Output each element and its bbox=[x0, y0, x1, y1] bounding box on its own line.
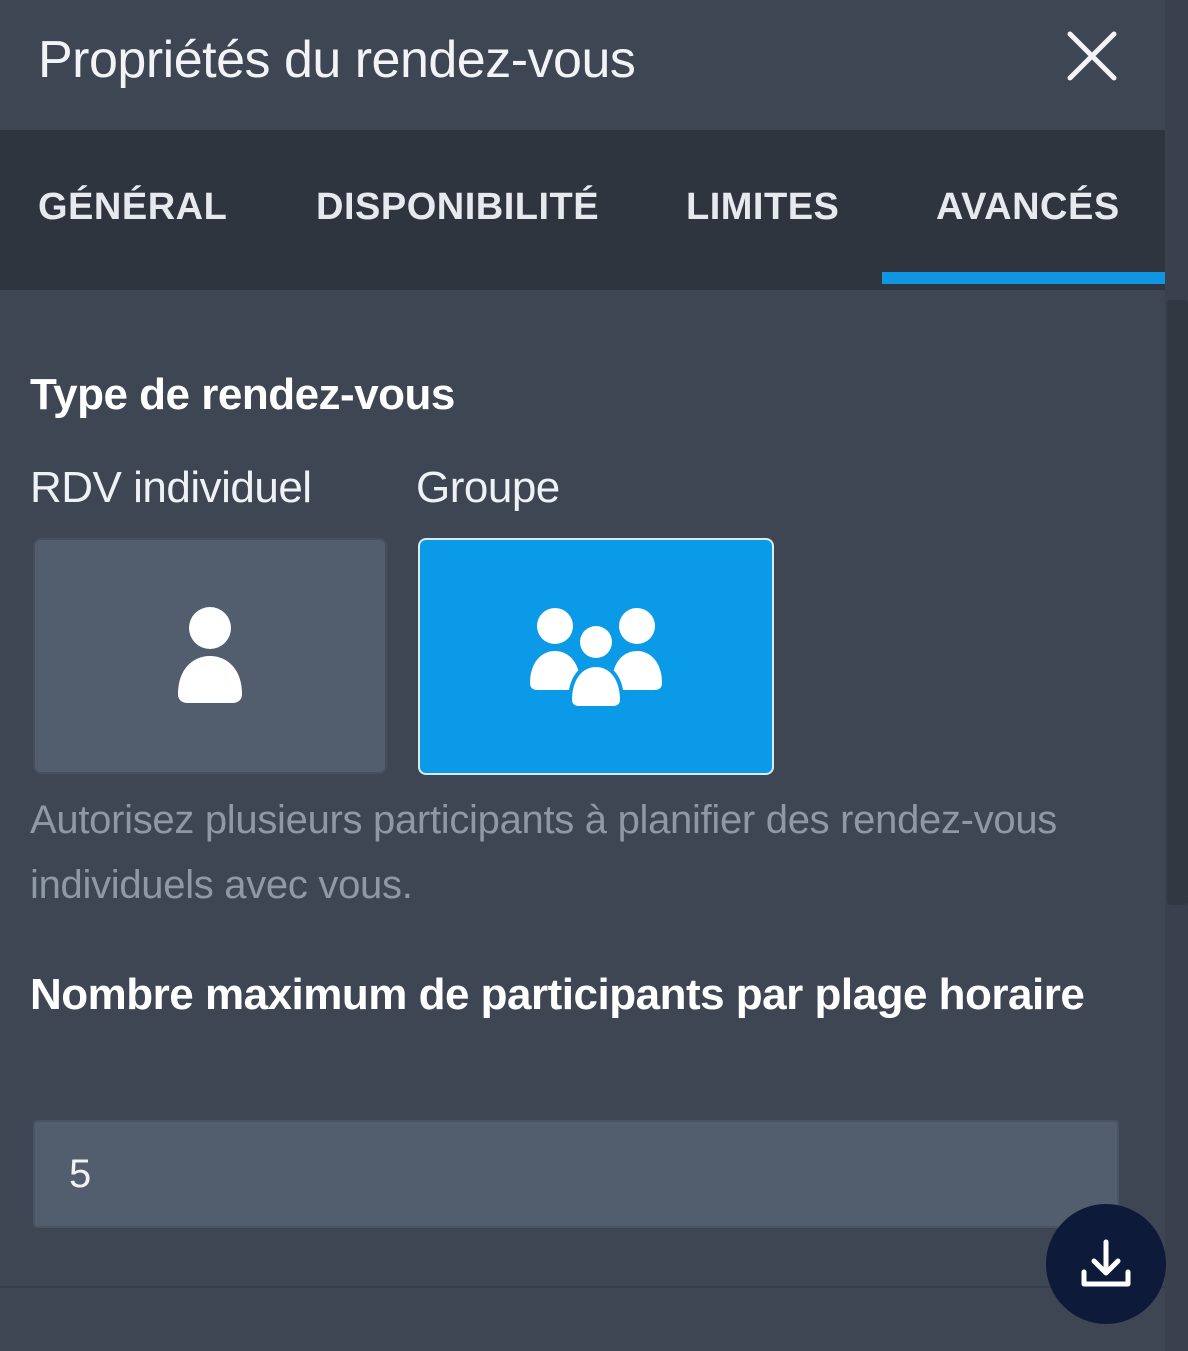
scrollbar-thumb[interactable] bbox=[1167, 300, 1188, 905]
appointment-type-title: Type de rendez-vous bbox=[30, 370, 455, 419]
group-option-card[interactable] bbox=[418, 538, 774, 775]
individual-option-card[interactable] bbox=[33, 538, 387, 774]
active-tab-indicator bbox=[882, 272, 1165, 284]
panel-footer bbox=[0, 1286, 1165, 1351]
close-button[interactable] bbox=[1060, 26, 1122, 88]
panel-title: Propriétés du rendez-vous bbox=[38, 31, 636, 89]
group-users-icon bbox=[530, 607, 662, 709]
group-option-label: Groupe bbox=[416, 463, 560, 512]
group-help-text: Autorisez plusieurs participants à plani… bbox=[30, 798, 1057, 907]
panel-header: Propriétés du rendez-vous bbox=[0, 0, 1165, 130]
max-participants-input[interactable] bbox=[33, 1120, 1119, 1228]
appointment-properties-panel: Propriétés du rendez-vous GÉNÉRAL DISPON… bbox=[0, 0, 1165, 1351]
max-participants-title: Nombre maximum de participants par plage… bbox=[30, 970, 1085, 1019]
tab-advanced[interactable]: AVANCÉS bbox=[936, 130, 1120, 285]
download-button[interactable] bbox=[1046, 1204, 1166, 1324]
tab-limits[interactable]: LIMITES bbox=[686, 130, 839, 285]
tab-bar: GÉNÉRAL DISPONIBILITÉ LIMITES AVANCÉS bbox=[0, 130, 1165, 290]
individual-option-label: RDV individuel bbox=[30, 463, 312, 512]
close-icon bbox=[1067, 31, 1117, 81]
tab-availability[interactable]: DISPONIBILITÉ bbox=[316, 130, 599, 285]
download-icon bbox=[1081, 1239, 1131, 1287]
tab-general[interactable]: GÉNÉRAL bbox=[38, 130, 227, 285]
single-user-icon bbox=[178, 607, 242, 703]
